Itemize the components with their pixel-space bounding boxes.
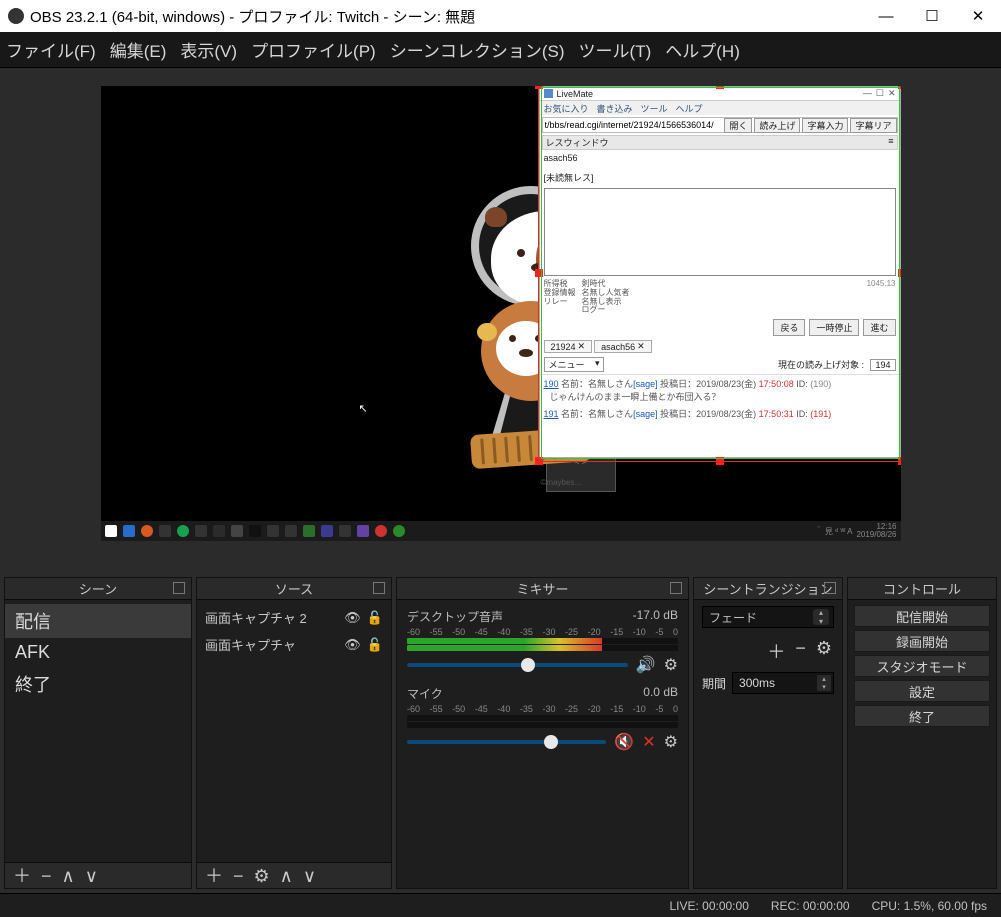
mixer-channel: マイク0.0 dB -60-55-50-45-40-35-30-25-20-15… <box>397 681 688 758</box>
mixer-channel-name: マイク <box>407 685 443 702</box>
preview-canvas[interactable]: —☐✕ ﾀﾞﾐｰ須弥壇infoln要別2354T・K≺ ≻ <box>101 86 901 541</box>
obs-icon <box>8 8 24 24</box>
mixer-title: ミキサー <box>516 579 568 598</box>
sources-title: ソース <box>275 579 313 598</box>
volume-slider[interactable] <box>407 740 606 744</box>
source-item[interactable]: 画面キャプチャ 👁 🔓 <box>197 631 391 658</box>
mouse-cursor-icon: ↖ <box>359 402 368 415</box>
gear-icon[interactable]: ⚙ <box>664 732 678 752</box>
source-settings-button[interactable]: ⚙ <box>254 867 270 885</box>
status-rec: REC: 00:00:00 <box>771 899 850 913</box>
dock-float-icon[interactable] <box>373 582 385 594</box>
visibility-toggle-icon[interactable]: 👁 <box>344 610 361 626</box>
lock-icon[interactable]: 🔓 <box>367 637 383 653</box>
sources-dock: ソース 画面キャプチャ 2 👁 🔓画面キャプチャ 👁 🔓 ＋ − ⚙ ∧ ∨ <box>196 577 392 889</box>
scenes-dock: シーン 配信AFK終了 ＋ − ∧ ∨ <box>4 577 192 889</box>
volume-slider[interactable] <box>407 663 628 667</box>
status-cpu: CPU: 1.5%, 60.00 fps <box>872 899 987 913</box>
source-down-button[interactable]: ∨ <box>303 867 316 885</box>
mixer-channel-db: 0.0 dB <box>643 685 678 702</box>
source-up-button[interactable]: ∧ <box>280 867 293 885</box>
scene-remove-button[interactable]: − <box>41 867 52 885</box>
control-button[interactable]: スタジオモード <box>854 655 990 677</box>
gear-icon[interactable]: ⚙ <box>664 655 678 675</box>
mixer-channel: デスクトップ音声-17.0 dB -60-55-50-45-40-35-30-2… <box>397 604 688 681</box>
source-remove-button[interactable]: − <box>233 867 244 885</box>
transition-remove-button[interactable]: − <box>795 638 806 664</box>
window-maximize-button[interactable]: ☐ <box>909 0 955 32</box>
window-minimize-button[interactable]: — <box>863 0 909 32</box>
status-live: LIVE: 00:00:00 <box>669 899 748 913</box>
transition-duration-input[interactable]: 300ms ▴▾ <box>732 672 834 694</box>
status-bar: LIVE: 00:00:00 REC: 00:00:00 CPU: 1.5%, … <box>0 893 1001 917</box>
scene-add-button[interactable]: ＋ <box>13 867 31 885</box>
mixer-dock: ミキサー デスクトップ音声-17.0 dB -60-55-50-45-40-35… <box>396 577 689 889</box>
menu-file[interactable]: ファイル(F) <box>6 37 96 62</box>
preview-area: —☐✕ ﾀﾞﾐｰ須弥壇infoln要別2354T・K≺ ≻ <box>0 68 1001 573</box>
lock-icon[interactable]: 🔓 <box>367 610 383 626</box>
source-add-button[interactable]: ＋ <box>205 867 223 885</box>
scene-item[interactable]: 終了 <box>5 667 191 701</box>
dock-float-icon[interactable] <box>824 582 836 594</box>
window-titlebar: OBS 23.2.1 (64-bit, windows) - プロファイル: T… <box>0 0 1001 32</box>
menu-tools[interactable]: ツール(T) <box>579 37 652 62</box>
controls-dock: コントロール 配信開始録画開始スタジオモード設定終了 <box>847 577 997 889</box>
taskbar-start-icon <box>105 525 117 537</box>
control-button[interactable]: 録画開始 <box>854 630 990 652</box>
transition-settings-button[interactable]: ⚙ <box>816 638 832 664</box>
source-bounds-inner <box>541 87 900 459</box>
menu-scene-collection[interactable]: シーンコレクション(S) <box>390 37 565 62</box>
mixer-channel-name: デスクトップ音声 <box>407 608 503 625</box>
scenes-title: シーン <box>79 579 117 598</box>
speaker-muted-icon[interactable]: 🔇 <box>614 732 634 752</box>
transition-duration-label: 期間 <box>702 675 726 692</box>
docks-row: シーン 配信AFK終了 ＋ − ∧ ∨ ソース 画面キャプチャ 2 👁 🔓画面キ… <box>0 573 1001 893</box>
transition-add-button[interactable]: ＋ <box>767 638 785 664</box>
window-title: OBS 23.2.1 (64-bit, windows) - プロファイル: T… <box>30 6 863 27</box>
control-button[interactable]: 終了 <box>854 705 990 727</box>
mixer-channel-db: -17.0 dB <box>633 608 678 625</box>
menu-bar: ファイル(F) 編集(E) 表示(V) プロファイル(P) シーンコレクション(… <box>0 32 1001 68</box>
source-item[interactable]: 画面キャプチャ 2 👁 🔓 <box>197 604 391 631</box>
scene-up-button[interactable]: ∧ <box>62 867 75 885</box>
menu-view[interactable]: 表示(V) <box>180 37 237 62</box>
control-button[interactable]: 設定 <box>854 680 990 702</box>
scene-down-button[interactable]: ∨ <box>85 867 98 885</box>
transitions-dock: シーントランジション フェード ▴▾ ＋ − ⚙ 期間 300ms ▴▾ <box>693 577 843 889</box>
speaker-icon[interactable]: 🔊 <box>636 655 656 675</box>
menu-edit[interactable]: 編集(E) <box>110 37 167 62</box>
scene-item[interactable]: 配信 <box>5 604 191 638</box>
visibility-toggle-icon[interactable]: 👁 <box>344 637 361 653</box>
mute-x-icon: ✕ <box>642 732 655 752</box>
menu-profile[interactable]: プロファイル(P) <box>251 37 376 62</box>
captured-taskbar: ＾ 見 ᵈ ᵂ A 12:162019/08/26 <box>101 521 901 541</box>
controls-title: コントロール <box>883 579 961 598</box>
menu-help[interactable]: ヘルプ(H) <box>665 37 740 62</box>
transitions-title: シーントランジション <box>703 579 832 598</box>
dock-float-icon[interactable] <box>670 582 682 594</box>
scene-item[interactable]: AFK <box>5 638 191 667</box>
window-close-button[interactable]: ✕ <box>955 0 1001 32</box>
dock-float-icon[interactable] <box>173 582 185 594</box>
control-button[interactable]: 配信開始 <box>854 605 990 627</box>
transition-select[interactable]: フェード ▴▾ <box>702 606 834 628</box>
